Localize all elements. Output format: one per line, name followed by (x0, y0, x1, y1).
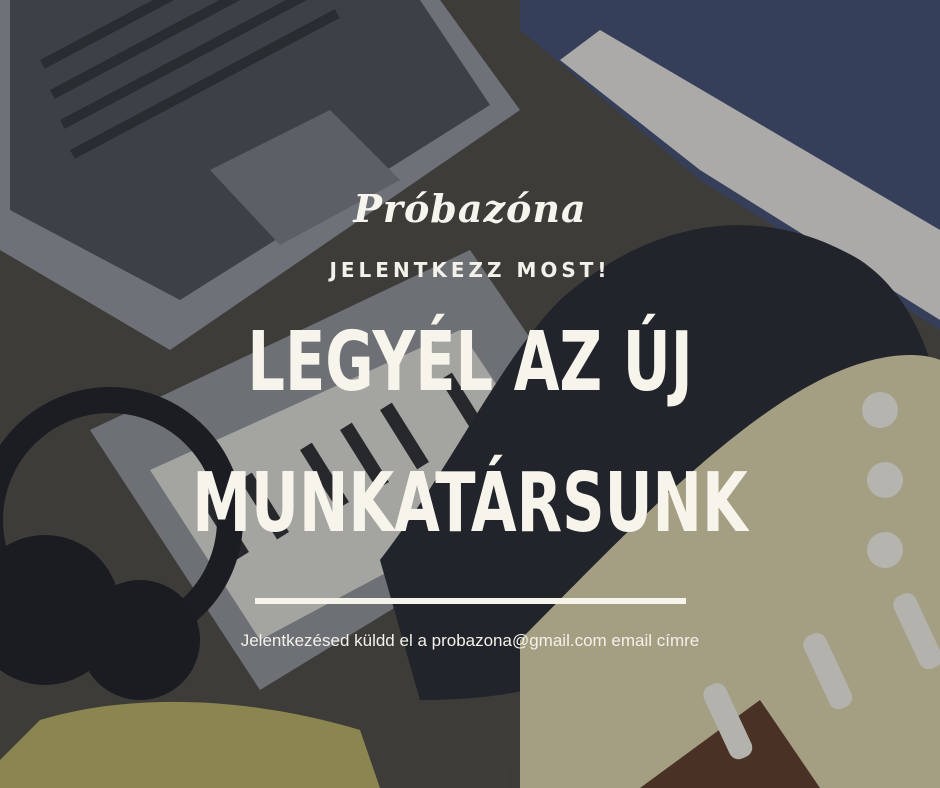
kicker-text: JELENTKEZZ MOST! (329, 258, 611, 282)
brand-logo: Próbazóna (353, 186, 587, 231)
contact-info-text: Jelentkezésed küldd el a probazona@gmail… (240, 631, 700, 650)
divider-line (255, 598, 686, 604)
headline-line-1: LEGYÉL AZ ÚJ (247, 315, 693, 410)
job-poster: Próbazóna JELENTKEZZ MOST! LEGYÉL AZ ÚJ … (0, 0, 940, 788)
headline-line-2: MUNKATÁRSUNK (192, 456, 748, 551)
poster-content: Próbazóna JELENTKEZZ MOST! LEGYÉL AZ ÚJ … (0, 0, 940, 788)
